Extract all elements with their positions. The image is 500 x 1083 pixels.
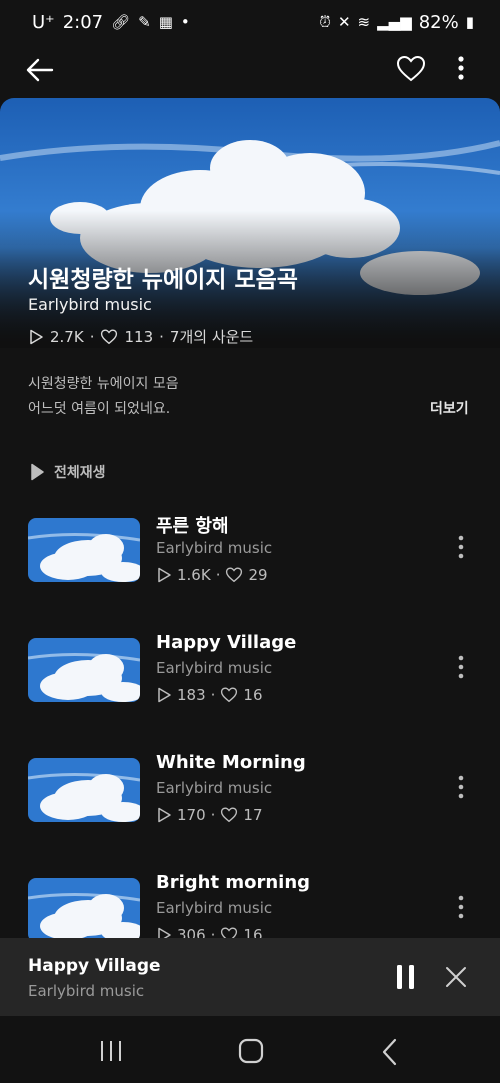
dot-icon: • <box>180 13 190 31</box>
like-count-icon <box>226 567 243 583</box>
carrier-label: U⁺ <box>32 12 55 33</box>
description-line: 어느덧 여름이 되었네요. <box>28 401 171 417</box>
clock: 2:07 <box>62 12 104 33</box>
play-count-icon <box>30 329 43 344</box>
separator-dot: · <box>159 327 164 346</box>
play-count-icon <box>158 687 171 703</box>
track-stats: 170 · 17 <box>156 806 263 824</box>
status-bar: U⁺ 2:07 🔗︎ ✎ ▦ • ⏰︎ ✕ ≋ ▂▄▆ 82% ▮ <box>0 0 500 46</box>
track-play-count: 170 <box>177 806 206 824</box>
link-icon: 🔗︎ <box>111 13 131 31</box>
separator-dot: · <box>89 327 95 346</box>
separator-dot: · <box>210 806 216 824</box>
track-item[interactable]: 푸른 항해 Earlybird music 1.6K · 29 <box>0 512 500 602</box>
album-like-count: 113 <box>124 327 154 346</box>
now-playing-artist: Earlybird music <box>28 982 145 1000</box>
track-thumbnail <box>28 758 140 822</box>
track-stats: 1.6K · 29 <box>156 566 268 584</box>
heart-icon[interactable] <box>396 54 426 84</box>
calendar-icon: ▦ <box>158 13 173 31</box>
track-play-count: 183 <box>177 686 206 704</box>
like-count-icon <box>221 687 238 703</box>
track-title: Happy Village <box>156 632 297 653</box>
album-play-count: 2.7K <box>50 327 84 346</box>
signal-icon: ▂▄▆ <box>377 13 412 31</box>
more-options-icon[interactable] <box>452 54 470 86</box>
separator-dot: · <box>210 686 216 704</box>
description-line: 시원청량한 뉴에이지 모음 <box>28 376 179 392</box>
play-count-icon <box>158 567 171 583</box>
pause-icon[interactable] <box>394 962 418 992</box>
track-title: White Morning <box>156 752 306 773</box>
now-playing-title: Happy Village <box>28 956 161 976</box>
close-icon[interactable] <box>444 965 468 989</box>
track-title: Bright morning <box>156 872 311 893</box>
play-icon <box>31 463 44 481</box>
notification-icon: ✎ <box>138 13 151 31</box>
track-artist: Earlybird music <box>156 539 273 557</box>
album-stats: 2.7K · 113 · 7개의 사운드 <box>28 326 253 347</box>
track-item[interactable]: Happy Village Earlybird music 183 · 16 <box>0 632 500 722</box>
album-description: 시원청량한 뉴에이지 모음 어느덧 여름이 되었네요. <box>28 372 179 422</box>
track-like-count: 16 <box>243 686 263 704</box>
back-arrow-icon[interactable] <box>24 54 56 86</box>
track-artist: Earlybird music <box>156 659 273 677</box>
track-like-count: 17 <box>243 806 263 824</box>
system-navigation-bar <box>0 1016 500 1083</box>
home-icon[interactable] <box>238 1038 264 1064</box>
battery-label: 82% <box>418 12 459 33</box>
play-all-button[interactable]: 전체재생 <box>30 462 106 482</box>
wifi-icon: ≋ <box>357 13 371 31</box>
album-artist[interactable]: Earlybird music <box>28 295 152 314</box>
track-title: 푸른 항해 <box>156 516 229 537</box>
more-button[interactable]: 더보기 <box>430 398 469 418</box>
recent-apps-icon[interactable] <box>98 1040 124 1062</box>
like-count-icon <box>221 807 238 823</box>
track-thumbnail <box>28 518 140 582</box>
track-stats: 183 · 16 <box>156 686 263 704</box>
alarm-icon: ⏰︎ <box>319 13 331 31</box>
track-more-icon[interactable] <box>452 532 470 562</box>
album-sound-count: 7개의 사운드 <box>169 328 254 346</box>
track-artist: Earlybird music <box>156 899 273 917</box>
track-item[interactable]: White Morning Earlybird music 170 · 17 <box>0 752 500 842</box>
back-icon[interactable] <box>380 1038 400 1066</box>
track-more-icon[interactable] <box>452 892 470 922</box>
like-count-icon <box>101 328 118 344</box>
track-play-count: 1.6K <box>177 566 211 584</box>
separator-dot: · <box>215 566 221 584</box>
track-more-icon[interactable] <box>452 772 470 802</box>
album-cover-banner: 시원청량한 뉴에이지 모음곡 Earlybird music 2.7K · 11… <box>0 98 500 348</box>
mute-icon: ✕ <box>337 13 351 31</box>
play-all-label: 전체재생 <box>54 465 106 481</box>
mini-player[interactable]: Happy Village Earlybird music <box>0 938 500 1016</box>
track-artist: Earlybird music <box>156 779 273 797</box>
album-title: 시원청량한 뉴에이지 모음곡 <box>28 267 298 293</box>
track-thumbnail <box>28 878 140 942</box>
play-count-icon <box>158 807 171 823</box>
top-app-bar <box>0 46 500 94</box>
track-like-count: 29 <box>248 566 268 584</box>
battery-icon: ▮ <box>465 13 474 31</box>
track-more-icon[interactable] <box>452 652 470 682</box>
track-thumbnail <box>28 638 140 702</box>
